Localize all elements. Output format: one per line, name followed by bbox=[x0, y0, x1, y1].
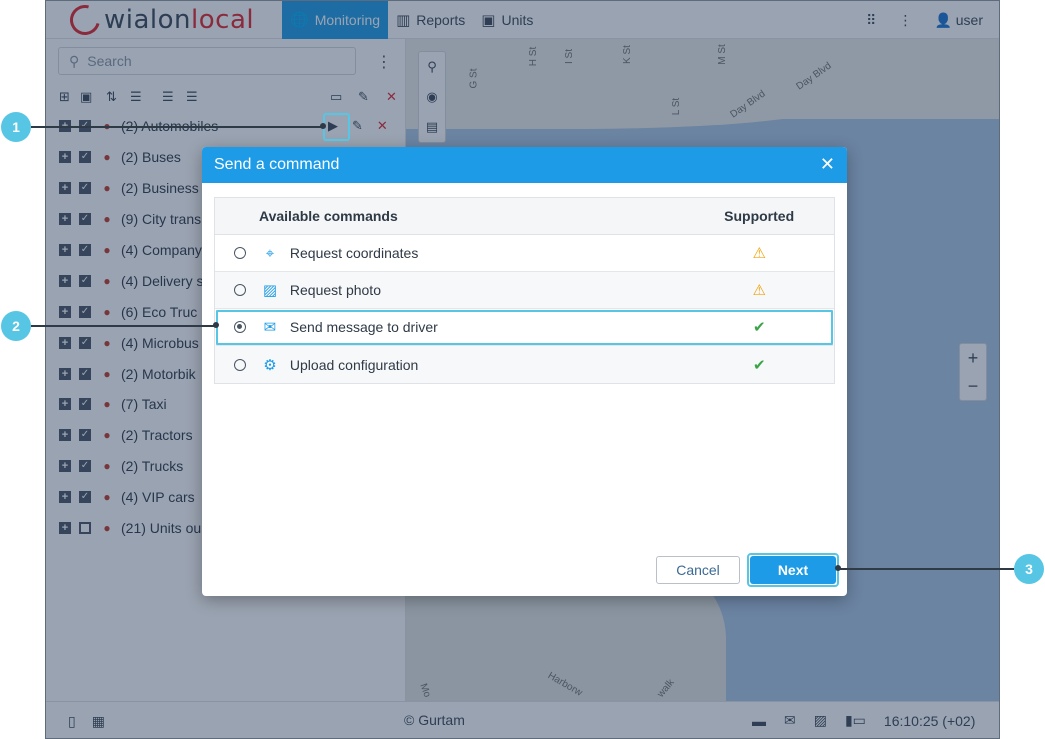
callout-line bbox=[31, 325, 216, 327]
warning-icon: ⚠ bbox=[752, 245, 766, 262]
command-label: Request photo bbox=[289, 282, 381, 298]
send-command-dialog: Send a command ✕ Available commands Supp… bbox=[202, 147, 847, 596]
radio-button[interactable] bbox=[234, 284, 246, 296]
callout-1: 1 bbox=[1, 112, 31, 142]
callout-line bbox=[31, 126, 323, 128]
radio-button[interactable] bbox=[234, 358, 246, 371]
col-available-commands: Available commands bbox=[259, 208, 398, 224]
gear-upload-icon: ⚙ bbox=[263, 356, 277, 374]
command-label: Send message to driver bbox=[289, 319, 438, 335]
dialog-title: Send a command bbox=[214, 156, 340, 173]
callout-number: 3 bbox=[1025, 561, 1033, 577]
crosshair-icon: ⌖ bbox=[265, 244, 275, 262]
check-icon: ✔ bbox=[752, 356, 766, 374]
command-label: Request coordinates bbox=[289, 245, 419, 261]
commands-table: Available commands Supported ⌖ Request c… bbox=[214, 197, 835, 384]
command-row-upload-configuration[interactable]: ⚙ Upload configuration ✔ bbox=[215, 346, 834, 383]
wialon-app-window: wialonlocal 🌐 Monitoring ▥ Reports ▣ Uni… bbox=[45, 0, 1000, 739]
command-row-send-message[interactable]: ✉ Send message to driver ✔ bbox=[215, 309, 834, 346]
dialog-header: Send a command bbox=[202, 147, 847, 183]
callout-line bbox=[838, 568, 1014, 570]
callout-3: 3 bbox=[1014, 554, 1044, 584]
command-row-request-coordinates[interactable]: ⌖ Request coordinates ⚠ bbox=[215, 235, 834, 272]
col-supported: Supported bbox=[724, 208, 795, 224]
callout-number: 1 bbox=[12, 119, 20, 135]
radio-button[interactable] bbox=[234, 321, 246, 333]
table-header: Available commands Supported bbox=[215, 198, 834, 235]
image-icon: ▨ bbox=[262, 282, 278, 299]
command-label: Upload configuration bbox=[289, 356, 419, 373]
close-icon[interactable]: ✕ bbox=[820, 155, 835, 173]
cancel-button[interactable]: Cancel bbox=[656, 556, 740, 584]
callout-number: 2 bbox=[12, 318, 20, 334]
callout-2: 2 bbox=[1, 311, 31, 341]
callout-dot bbox=[213, 322, 219, 328]
callout-dot bbox=[835, 565, 841, 571]
callout-dot bbox=[320, 123, 326, 129]
check-icon: ✔ bbox=[752, 319, 766, 336]
command-row-request-photo[interactable]: ▨ Request photo ⚠ bbox=[215, 272, 834, 309]
radio-button[interactable] bbox=[234, 247, 246, 259]
send-command-highlight bbox=[323, 113, 350, 141]
message-icon: ✉ bbox=[263, 319, 277, 336]
next-button[interactable]: Next bbox=[750, 556, 836, 584]
warning-icon: ⚠ bbox=[752, 282, 766, 299]
